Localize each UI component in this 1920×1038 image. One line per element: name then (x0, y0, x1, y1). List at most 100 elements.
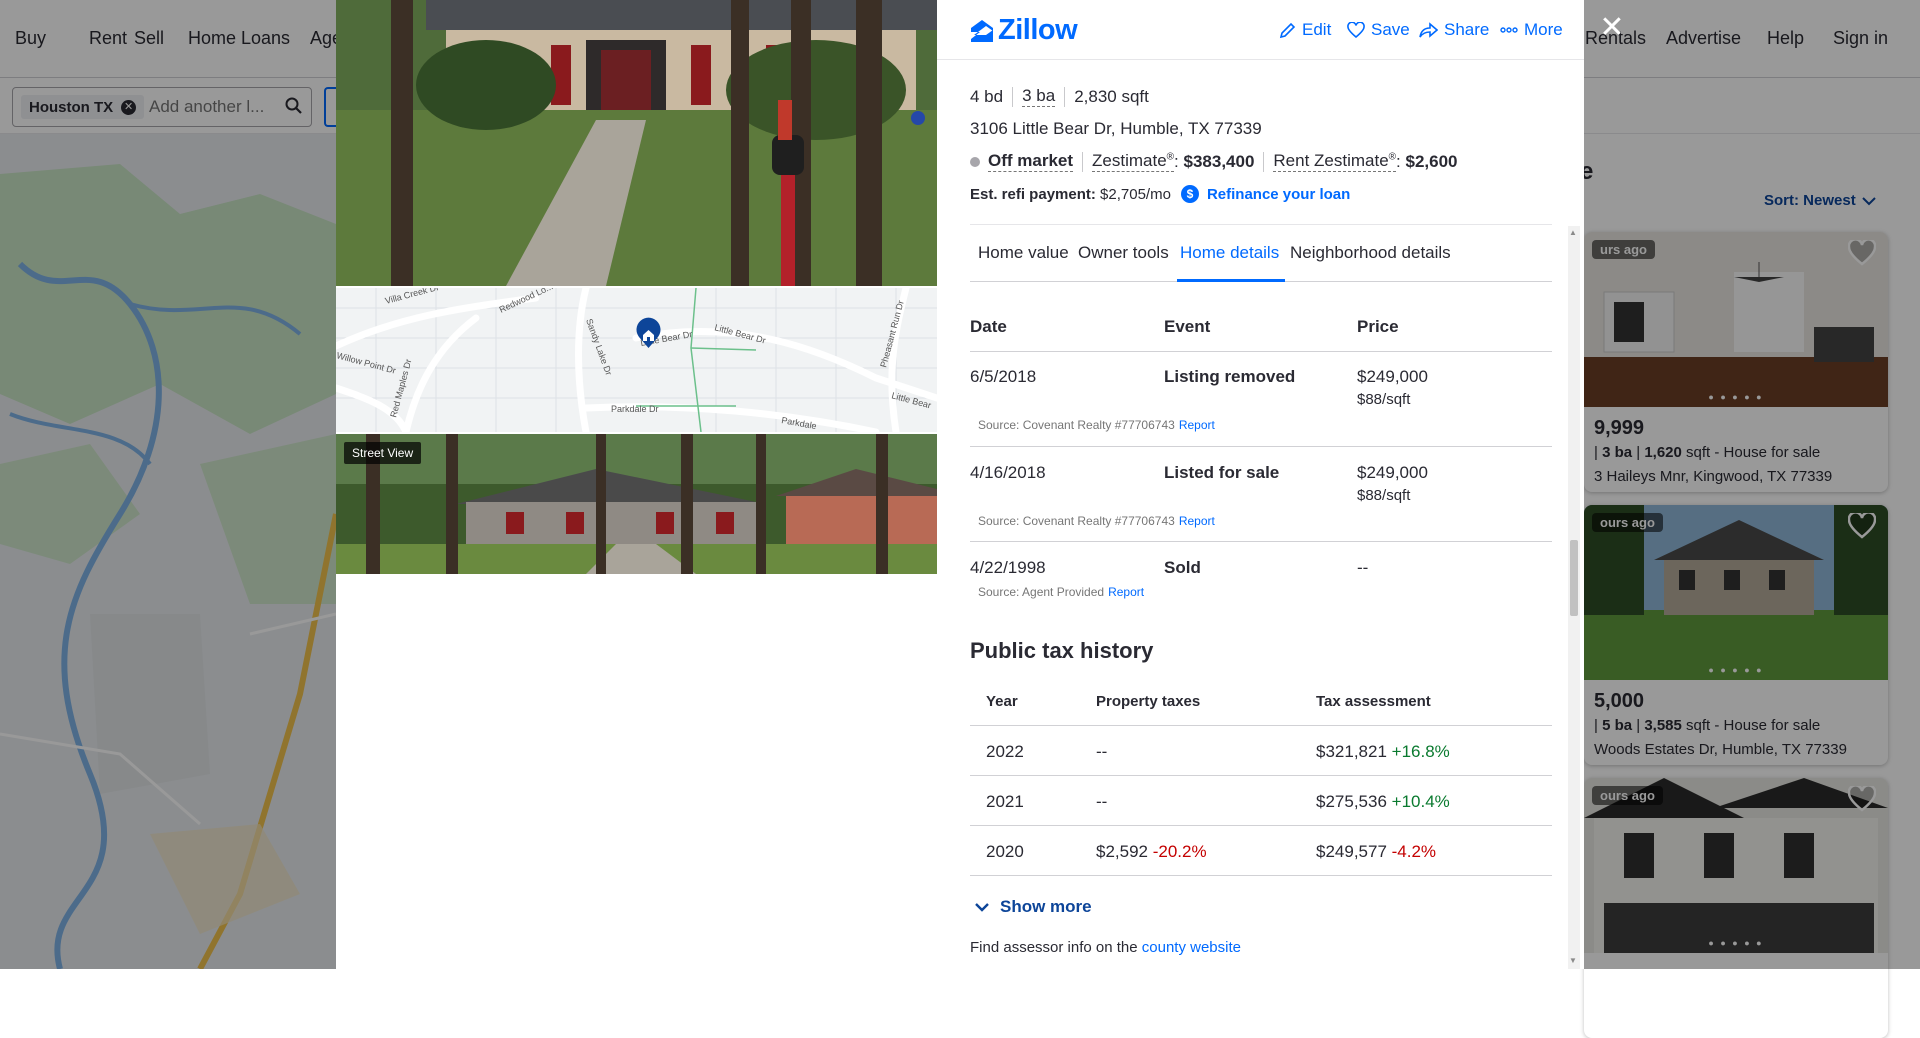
detail-tabs: Home value Owner tools Home details Neig… (970, 224, 1552, 282)
tab-home-value[interactable]: Home value (978, 243, 1069, 263)
heart-outline-icon (1347, 21, 1365, 38)
divider (1082, 151, 1084, 172)
tax-history-title: Public tax history (970, 638, 1154, 663)
pencil-icon (1279, 22, 1296, 38)
tax-header-year: Year (986, 693, 1018, 710)
share-icon (1419, 21, 1438, 38)
tab-neighborhood-details[interactable]: Neighborhood details (1290, 243, 1451, 263)
price-history-header-price: Price (1357, 317, 1399, 336)
source-text: Source: Agent Provided (978, 585, 1105, 599)
tax-assessment: $249,577 -4.2% (1316, 842, 1436, 862)
price-history-event: Listed for sale (1164, 463, 1280, 482)
divider (970, 825, 1552, 826)
zillow-logo-text: Zillow (998, 14, 1078, 46)
save-button[interactable]: Save (1347, 20, 1410, 40)
price-history-source: Source: Agent Provided Report (978, 585, 1144, 599)
tax-assessment: $275,536 +10.4% (1316, 792, 1450, 812)
home-details-panel: Zillow Edit Save Share More 4 bd 3 ba 2,… (937, 0, 1584, 969)
share-button[interactable]: Share (1419, 20, 1489, 40)
report-link[interactable]: Report (1108, 585, 1144, 599)
price-history-date: 6/5/2018 (970, 367, 1037, 386)
tax-assessment: $321,821 +16.8% (1316, 742, 1450, 762)
tab-home-details[interactable]: Home details (1180, 243, 1279, 263)
price-history-source: Source: Covenant Realty #77706743 Report (978, 418, 1215, 432)
edit-label: Edit (1302, 20, 1332, 39)
zestimate-value: $383,400 (1183, 151, 1255, 171)
active-tab-indicator (1177, 279, 1285, 282)
divider (1064, 86, 1066, 107)
assessment-change: -4.2% (1391, 842, 1437, 861)
divider (970, 351, 1552, 352)
source-text: Source: Covenant Realty #77706743 (978, 418, 1175, 432)
rent-zestimate-label[interactable]: Rent Zestimate® (1273, 151, 1397, 172)
price-history-header-date: Date (970, 317, 1007, 336)
refi-label: Est. refi payment: (970, 185, 1096, 203)
tax-amount: $2,592 -20.2% (1096, 842, 1207, 862)
zillow-logo[interactable]: Zillow (970, 14, 1078, 47)
home-address: 3106 Little Bear Dr, Humble, TX 77339 (970, 119, 1262, 138)
divider (970, 725, 1552, 726)
edit-button[interactable]: Edit (1279, 20, 1331, 40)
price-history-price: $249,000 (1357, 463, 1428, 482)
assessor-info: Find assessor info on the county website (970, 939, 1241, 956)
zestimate-label-text: Zestimate (1092, 151, 1167, 170)
rent-zestimate-label-text: Rent Zestimate (1273, 151, 1389, 170)
divider (970, 446, 1552, 447)
close-icon[interactable]: ✕ (1598, 13, 1626, 43)
house-photo (336, 0, 937, 286)
assessment-change: +16.8% (1391, 742, 1450, 761)
location-map-thumbnail[interactable]: Villa Creek Dr Redwood Lo... Sandy Lake … (336, 288, 937, 432)
divider (1012, 86, 1014, 107)
tax-amount-value: -- (1096, 792, 1108, 811)
divider (970, 541, 1552, 542)
scrollbar-thumb[interactable] (1570, 540, 1578, 616)
zillow-logo-icon (971, 19, 993, 42)
details-header: Zillow Edit Save Share More (937, 0, 1584, 60)
show-more-button[interactable]: Show more (974, 897, 1092, 917)
refi-value: $2,705/mo (1100, 185, 1171, 203)
status-badge[interactable]: Off market (988, 151, 1074, 172)
more-button[interactable]: More (1500, 20, 1563, 40)
home-facts: 4 bd 3 ba 2,830 sqft (970, 86, 1149, 107)
assessor-text: Find assessor info on the (970, 939, 1138, 956)
sqft: 2,830 sqft (1074, 86, 1149, 106)
tab-owner-tools[interactable]: Owner tools (1078, 243, 1169, 263)
street-view-photo[interactable]: Street View (336, 434, 937, 574)
source-text: Source: Covenant Realty #77706743 (978, 514, 1175, 528)
share-label: Share (1444, 20, 1490, 39)
refi-row: Est. refi payment: $2,705/mo $ Refinance… (970, 185, 1350, 203)
photo-gallery: Villa Creek Dr Redwood Lo... Sandy Lake … (336, 0, 937, 969)
price-history-source: Source: Covenant Realty #77706743 Report (978, 514, 1215, 528)
details-scroll-content: Date Event Price 6/5/2018 Listing remove… (970, 283, 1552, 969)
price-history-event: Sold (1164, 558, 1201, 577)
divider (1263, 151, 1265, 172)
baths[interactable]: 3 ba (1022, 86, 1056, 107)
more-dots-icon (1500, 27, 1518, 33)
tax-year: 2021 (986, 792, 1024, 811)
price-history-header-event: Event (1164, 317, 1211, 336)
county-website-link[interactable]: county website (1142, 939, 1241, 956)
scroll-down-arrow-icon[interactable]: ▼ (1569, 956, 1577, 965)
refinance-link[interactable]: Refinance your loan (1207, 186, 1350, 203)
report-link[interactable]: Report (1179, 418, 1215, 432)
tax-amount-value: -- (1096, 742, 1108, 761)
street-view-label: Street View (344, 442, 422, 464)
save-label: Save (1371, 20, 1410, 39)
assessment-value: $275,536 (1316, 792, 1387, 811)
assessment-value: $321,821 (1316, 742, 1387, 761)
price-history-event: Listing removed (1164, 367, 1296, 386)
zestimate-label[interactable]: Zestimate® (1092, 151, 1175, 172)
main-photo[interactable] (336, 0, 937, 286)
scroll-up-arrow-icon[interactable]: ▲ (1569, 228, 1577, 237)
price-history-price: $249,000 (1357, 367, 1428, 386)
colon: : (1174, 151, 1184, 171)
dollar-icon: $ (1180, 185, 1199, 203)
tax-amount-value: $2,592 (1096, 842, 1148, 861)
price-history-date: 4/22/1998 (970, 558, 1046, 577)
price-history-psf: $88/sqft (1357, 487, 1411, 504)
street-map: Villa Creek Dr Redwood Lo... Sandy Lake … (336, 288, 937, 432)
report-link[interactable]: Report (1179, 514, 1215, 528)
tax-change: -20.2% (1152, 842, 1207, 861)
tax-year: 2020 (986, 842, 1024, 861)
beds: 4 bd (970, 86, 1004, 106)
